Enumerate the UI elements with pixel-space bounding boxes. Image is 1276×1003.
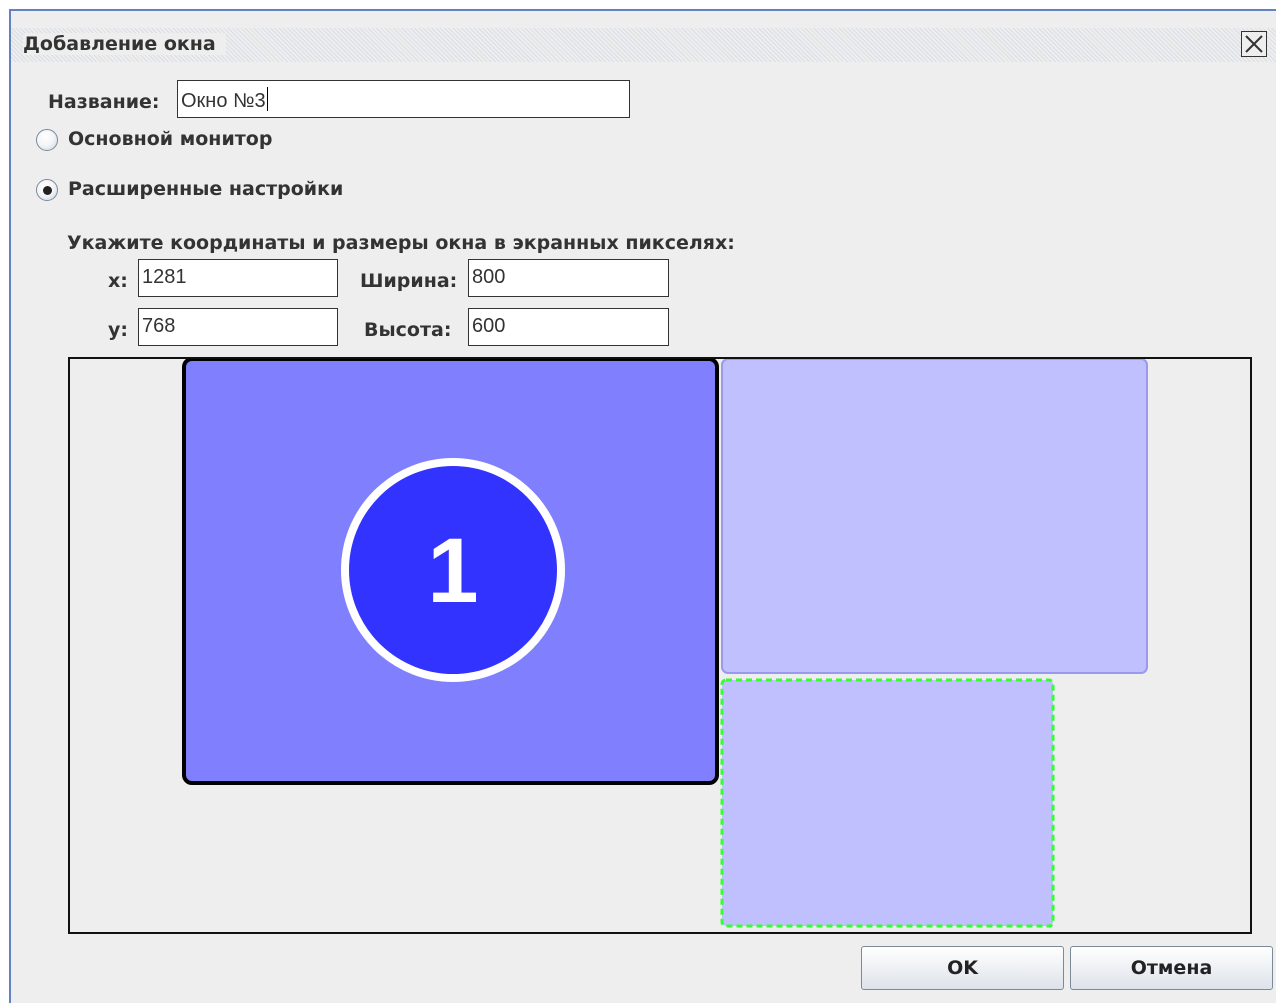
monitor-2[interactable] bbox=[721, 359, 1148, 674]
y-label: y: bbox=[108, 319, 128, 341]
radio-primary-label[interactable]: Основной монитор bbox=[68, 128, 272, 150]
monitor-number: 1 bbox=[427, 520, 478, 622]
y-input[interactable]: 768 bbox=[138, 308, 338, 346]
name-label: Название: bbox=[48, 91, 160, 113]
radio-primary-monitor[interactable] bbox=[36, 129, 58, 151]
height-label: Высота: bbox=[364, 319, 452, 341]
x-input[interactable]: 1281 bbox=[138, 259, 338, 297]
monitor-layout: 1 bbox=[182, 359, 1148, 928]
add-window-dialog: Добавление окна Название: Окно №3 Основн… bbox=[9, 9, 1276, 1003]
radio-advanced-settings[interactable] bbox=[36, 179, 58, 201]
title-bar[interactable]: Добавление окна bbox=[11, 28, 1276, 62]
width-input[interactable]: 800 bbox=[468, 259, 669, 297]
text-caret bbox=[266, 87, 268, 111]
coords-heading: Укажите координаты и размеры окна в экра… bbox=[67, 232, 735, 254]
height-input[interactable]: 600 bbox=[468, 308, 669, 346]
window-title: Добавление окна bbox=[23, 33, 226, 55]
x-label: x: bbox=[108, 270, 128, 292]
monitor-preview[interactable]: 1 bbox=[68, 357, 1252, 934]
new-window-outline[interactable] bbox=[720, 678, 1055, 928]
cancel-button[interactable]: Отмена bbox=[1070, 946, 1273, 990]
close-button[interactable] bbox=[1241, 31, 1267, 57]
name-input[interactable]: Окно №3 bbox=[177, 80, 630, 118]
name-value: Окно №3 bbox=[181, 90, 266, 112]
radio-advanced-label[interactable]: Расширенные настройки bbox=[68, 178, 343, 200]
width-label: Ширина: bbox=[360, 270, 458, 292]
ok-button[interactable]: OK bbox=[861, 946, 1064, 990]
close-icon bbox=[1245, 35, 1263, 53]
radio-selected-dot bbox=[43, 186, 52, 195]
